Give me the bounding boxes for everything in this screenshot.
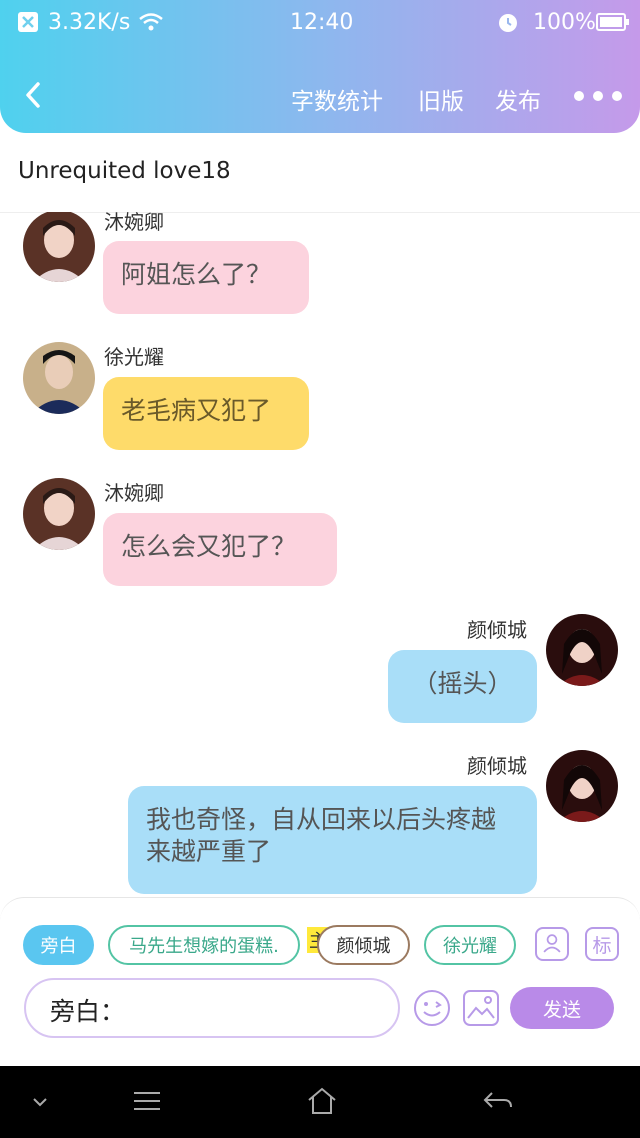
avatar-man-icon — [23, 342, 95, 414]
avatar[interactable] — [23, 212, 95, 282]
speaker-prefix: 旁白： — [50, 997, 126, 1026]
message-bubble[interactable]: 我也奇怪，自从回来以后头疼越来越严重了 — [128, 786, 537, 894]
message-bubble[interactable]: 阿姐怎么了？ — [103, 241, 309, 314]
menu-icon[interactable] — [132, 1090, 162, 1112]
net-speed: 3.32K/s — [48, 10, 131, 35]
message-bubble[interactable]: 怎么会又犯了？ — [103, 513, 337, 586]
character-chip[interactable]: 颜倾城 — [317, 925, 410, 965]
message-bubble[interactable]: （摇头） — [388, 650, 537, 723]
more-dots-icon[interactable] — [573, 86, 623, 106]
story-title: Unrequited love18 — [18, 158, 231, 184]
battery-percent: 100% — [533, 10, 596, 35]
story-title-bar: Unrequited love18 — [0, 150, 640, 213]
character-chip-narrator[interactable]: 旁白 — [23, 925, 94, 965]
back-icon[interactable] — [482, 1090, 514, 1112]
publish-button[interactable]: 发布 — [495, 82, 541, 116]
wifi-icon — [139, 13, 163, 31]
message-bubble[interactable]: 老毛病又犯了 — [103, 377, 309, 450]
avatar-woman-icon — [546, 750, 618, 822]
image-icon[interactable] — [463, 990, 499, 1026]
chevron-down-icon[interactable] — [32, 1096, 48, 1108]
speaker-name: 颜倾城 — [467, 754, 527, 778]
compose-panel: 旁白 马先生想嫁的蛋糕. 主 颜倾城 徐光耀 标 旁白： 发送 — [0, 897, 640, 1041]
avatar-woman-icon — [546, 614, 618, 686]
chat-list: 沐婉卿 阿姐怎么了？ 徐光耀 老毛病又犯了 沐婉卿 怎么会又犯了？ 颜倾城 （摇… — [0, 212, 640, 898]
system-nav-bar — [0, 1066, 640, 1138]
battery-icon — [596, 13, 629, 31]
old-version-button[interactable]: 旧版 — [418, 82, 464, 116]
emoji-icon[interactable] — [413, 989, 451, 1027]
word-count-button[interactable]: 字数统计 — [291, 82, 383, 116]
home-icon[interactable] — [306, 1086, 338, 1116]
status-bar: 3.32K/s 12:40 100% — [0, 0, 640, 46]
speaker-name: 徐光耀 — [104, 345, 164, 369]
avatar[interactable] — [546, 614, 618, 686]
character-chip[interactable]: 徐光耀 — [424, 925, 516, 965]
avatar[interactable] — [23, 478, 95, 550]
avatar-woman-icon — [23, 212, 95, 282]
message-input[interactable]: 旁白： — [24, 978, 400, 1038]
speaker-name: 颜倾城 — [467, 618, 527, 642]
alarm-icon — [499, 14, 517, 32]
download-notification-icon — [18, 12, 38, 32]
speaker-name: 沐婉卿 — [104, 212, 164, 234]
avatar[interactable] — [546, 750, 618, 822]
back-chevron-icon[interactable] — [22, 80, 44, 110]
avatar[interactable] — [23, 342, 95, 414]
character-chip[interactable]: 马先生想嫁的蛋糕. — [108, 925, 300, 965]
character-icon[interactable] — [535, 927, 569, 961]
top-nav: 字数统计 旧版 发布 — [0, 70, 640, 122]
clock: 12:40 — [290, 10, 354, 35]
speaker-name: 沐婉卿 — [104, 481, 164, 505]
app-header: 3.32K/s 12:40 100% 字数统计 旧版 发布 — [0, 0, 640, 133]
send-button[interactable]: 发送 — [510, 987, 614, 1029]
avatar-woman-icon — [23, 478, 95, 550]
tag-icon[interactable]: 标 — [585, 927, 619, 961]
